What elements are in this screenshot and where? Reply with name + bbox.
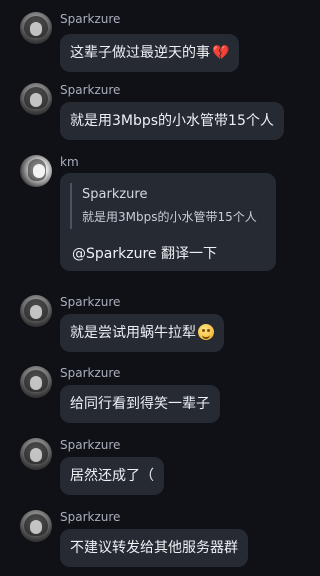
avatar[interactable] <box>20 510 52 542</box>
quoted-message[interactable]: Sparkzure 就是用3Mbps的小水管带15个人 <box>70 183 266 229</box>
avatar[interactable] <box>20 366 52 398</box>
message-author[interactable]: Sparkzure <box>60 438 120 452</box>
smiling-face-icon <box>198 324 214 340</box>
chat-message-list: Sparkzure 这辈子做过最逆天的事 💔 Sparkzure 就是用3Mbps… <box>0 0 304 576</box>
quoted-text: 就是用3Mbps的小水管带15个人 <box>82 210 257 224</box>
message-author[interactable]: Sparkzure <box>60 510 120 524</box>
message-author[interactable]: Sparkzure <box>60 295 120 309</box>
message-bubble: 居然还成了（ <box>60 457 164 495</box>
message-bubble: Sparkzure 就是用3Mbps的小水管带15个人 @Sparkzure 翻… <box>60 173 276 271</box>
avatar[interactable] <box>20 438 52 470</box>
message-bubble: 这辈子做过最逆天的事 💔 <box>60 34 240 72</box>
message-bubble: 给同行看到得笑一辈子 <box>60 385 220 423</box>
message-bubble: 不建议转发给其他服务器群 <box>60 529 248 567</box>
message-author[interactable]: km <box>60 155 79 169</box>
message-author[interactable]: Sparkzure <box>60 83 120 97</box>
avatar[interactable] <box>20 155 52 187</box>
message-text: 居然还成了（ <box>70 468 154 484</box>
message-text: 就是用3Mbps的小水管带15个人 <box>70 113 274 129</box>
message-text: 就是尝试用蜗牛拉犁 <box>70 325 196 341</box>
message-bubble: 就是尝试用蜗牛拉犁 <box>60 314 224 352</box>
message-text: 给同行看到得笑一辈子 <box>70 396 210 412</box>
message-text: 这辈子做过最逆天的事 <box>70 45 210 61</box>
message-author[interactable]: Sparkzure <box>60 12 120 26</box>
message-author[interactable]: Sparkzure <box>60 366 120 380</box>
quoted-author: Sparkzure <box>82 187 148 202</box>
avatar[interactable] <box>20 83 52 115</box>
broken-heart-icon: 💔 <box>212 45 230 61</box>
message-text: 不建议转发给其他服务器群 <box>70 540 238 556</box>
avatar[interactable] <box>20 12 52 44</box>
message-bubble: 就是用3Mbps的小水管带15个人 <box>60 102 284 140</box>
message-text: @Sparkzure 翻译一下 <box>72 246 217 262</box>
avatar[interactable] <box>20 295 52 327</box>
